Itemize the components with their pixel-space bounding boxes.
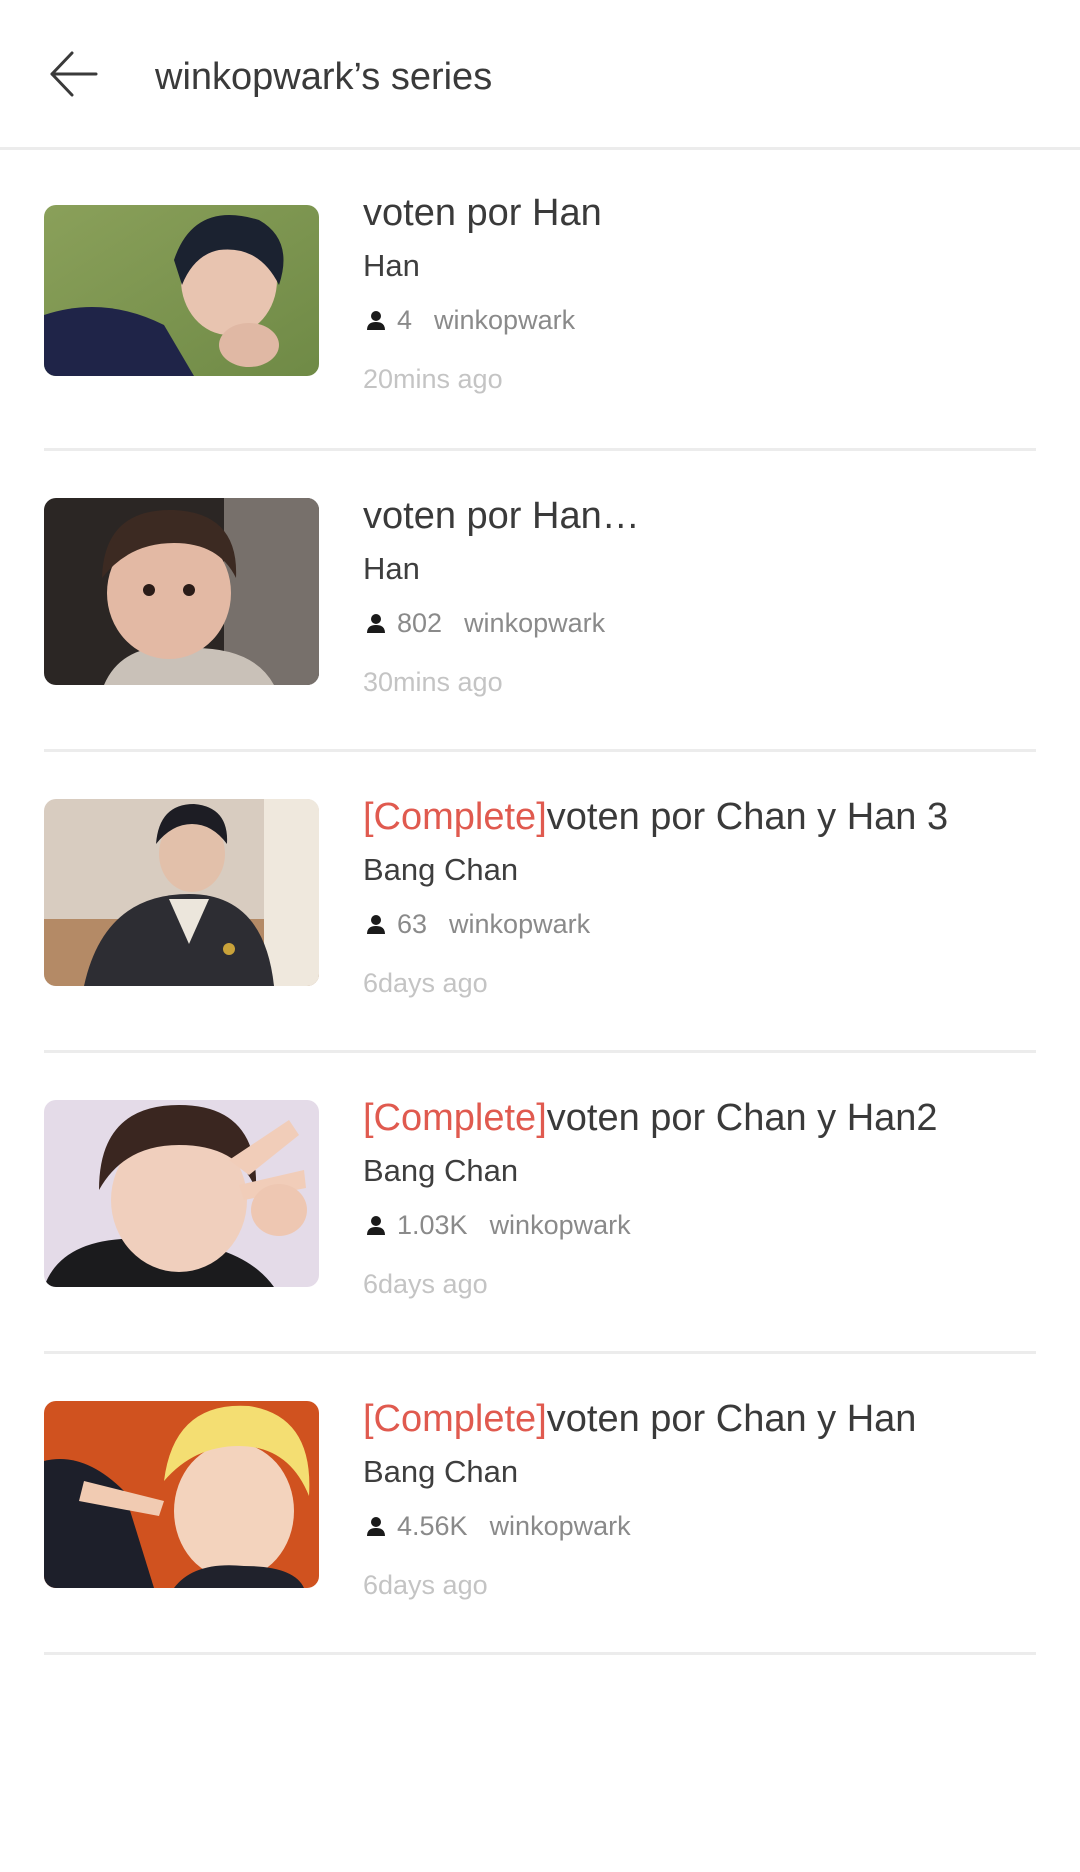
story-title: voten por Han… [363,495,640,537]
author-username[interactable]: winkopwark [449,909,590,940]
story-meta: 4.56K winkopwark [363,1508,1040,1544]
read-count: 1.03K [397,1209,468,1240]
person-icon [365,309,387,331]
read-count: 4 [397,304,413,335]
complete-tag: [Complete] [363,796,547,838]
author-username[interactable]: winkopwark [490,1511,631,1542]
person-icon [365,1214,387,1236]
updated-time: 6days ago [363,1570,488,1600]
author-username[interactable]: winkopwark [434,305,575,336]
updated-time: 30mins ago [363,667,503,697]
arrow-left-icon [50,51,98,97]
cover-image [44,799,319,986]
back-button[interactable] [44,44,104,104]
story-title: voten por Han [363,192,602,234]
series-list: voten por Han Han 4 winkopwark 20mins ag… [0,150,1080,1655]
updated-time: 6days ago [363,968,488,998]
author-username[interactable]: winkopwark [490,1210,631,1241]
person-icon [365,612,387,634]
story-title: [Complete]voten por Chan y Han 3 [363,796,949,838]
story-meta: 4 winkopwark [363,302,1040,338]
story-author: Han [363,551,420,586]
series-list-item[interactable]: [Complete]voten por Chan y Han2 Bang Cha… [0,1053,1080,1354]
series-list-item[interactable]: [Complete]voten por Chan y Han 3 Bang Ch… [0,752,1080,1053]
series-list-item[interactable]: voten por Han Han 4 winkopwark 20mins ag… [0,150,1080,451]
story-author: Bang Chan [363,1153,519,1188]
cover-image [44,205,319,376]
person-icon [365,1515,387,1537]
page-title: winkopwark’s series [155,56,493,98]
story-meta: 63 winkopwark [363,906,1040,942]
story-title: [Complete]voten por Chan y Han2 [363,1097,938,1139]
story-author: Bang Chan [363,852,519,887]
story-title: [Complete]voten por Chan y Han [363,1398,917,1440]
cover-image [44,498,319,685]
cover-image [44,1100,319,1287]
cover-image [44,1401,319,1588]
read-count: 63 [397,908,428,939]
story-author: Bang Chan [363,1454,519,1489]
read-count: 4.56K [397,1510,468,1541]
top-app-bar: winkopwark’s series [0,0,1080,150]
author-username[interactable]: winkopwark [464,608,605,639]
read-count: 802 [397,607,443,638]
story-author: Han [363,248,420,283]
complete-tag: [Complete] [363,1097,547,1139]
divider [44,1652,1036,1655]
story-meta: 802 winkopwark [363,605,1040,641]
story-meta: 1.03K winkopwark [363,1207,1040,1243]
series-list-item[interactable]: voten por Han… Han 802 winkopwark 30mins… [0,451,1080,752]
series-list-item[interactable]: [Complete]voten por Chan y Han Bang Chan… [0,1354,1080,1655]
updated-time: 20mins ago [363,364,503,394]
person-icon [365,913,387,935]
complete-tag: [Complete] [363,1398,547,1440]
updated-time: 6days ago [363,1269,488,1299]
